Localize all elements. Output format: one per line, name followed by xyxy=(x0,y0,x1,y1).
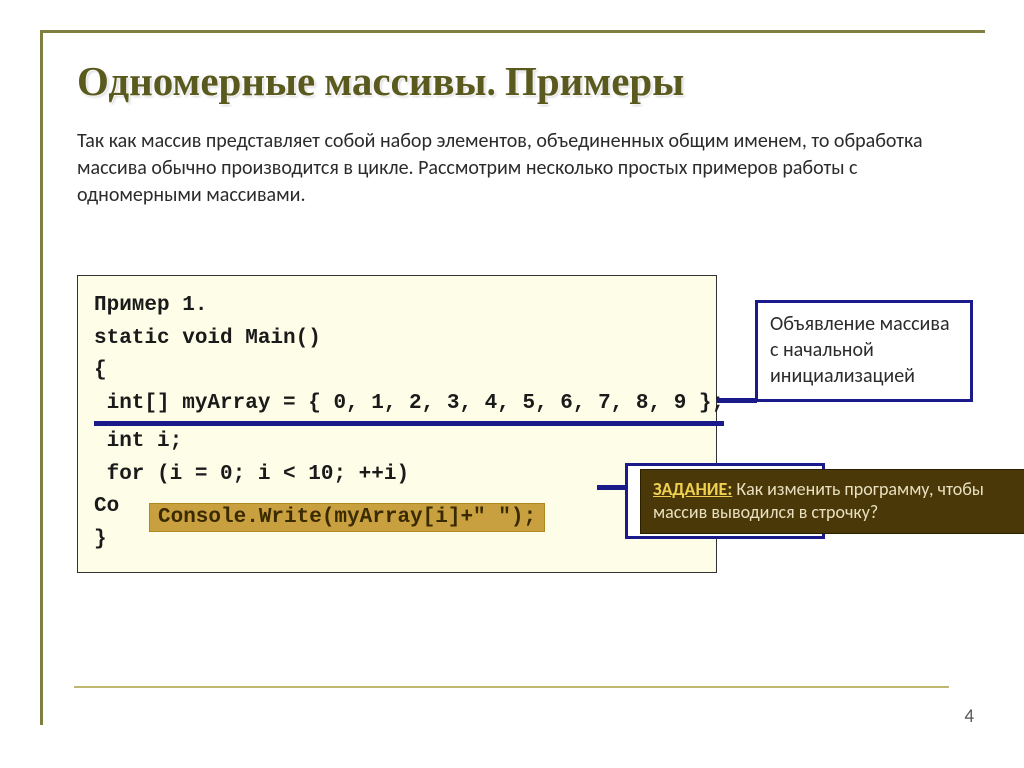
loop-connector-line xyxy=(597,485,627,490)
code-line-3: { xyxy=(94,355,700,388)
code-line-1: Пример 1. xyxy=(94,290,700,323)
slide-title: Одномерные массивы. Примеры xyxy=(77,57,951,106)
content-area: Пример 1. static void Main() { int[] myA… xyxy=(77,275,951,573)
overlay-answer-code: Console.Write(myArray[i]+" "); xyxy=(149,503,545,532)
page-number: 4 xyxy=(964,705,974,728)
declaration-connector-line xyxy=(717,398,757,403)
declaration-underlined: int[] myArray = { 0, 1, 2, 3, 4, 5, 6, 7… xyxy=(94,388,724,427)
code-line-4: int[] myArray = { 0, 1, 2, 3, 4, 5, 6, 7… xyxy=(94,388,700,427)
code-line-5: int i; xyxy=(94,426,700,459)
task-callout: ЗАДАНИЕ: Как изменить программу, чтобы м… xyxy=(640,469,1024,534)
slide-frame: Одномерные массивы. Примеры Так как масс… xyxy=(40,30,985,725)
bottom-divider xyxy=(74,686,949,688)
task-label: ЗАДАНИЕ: xyxy=(653,478,732,500)
intro-paragraph: Так как массив представляет собой набор … xyxy=(77,128,951,209)
declaration-callout: Объявление массива с начальной инициализ… xyxy=(755,300,973,402)
code-line-2: static void Main() xyxy=(94,323,700,356)
